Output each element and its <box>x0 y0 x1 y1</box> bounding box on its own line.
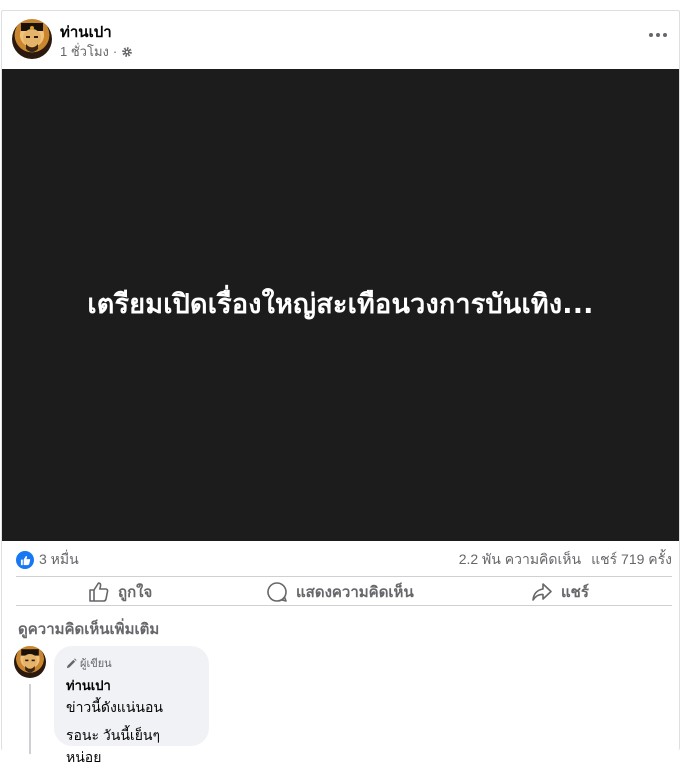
comment-label: แสดงความคิดเห็น <box>296 584 414 601</box>
engagement-counts: 2.2 พัน ความคิดเห็น แชร์ 719 ครั้ง <box>459 549 672 571</box>
author-badge: ผู้เขียน <box>66 654 197 672</box>
comment-text-line2: รอนะ วันนี้เย็นๆ หน่อย <box>66 727 160 765</box>
reaction-summary[interactable]: 3 หมื่น <box>16 549 79 571</box>
post-meta: 1 ชั่วโมง · <box>60 41 133 62</box>
more-dot-icon <box>656 33 660 37</box>
share-button[interactable]: แชร์ <box>531 580 589 604</box>
more-dot-icon <box>663 33 667 37</box>
reaction-count: 3 หมื่น <box>39 551 79 567</box>
like-label: ถูกใจ <box>118 584 153 601</box>
post-header: ท่านเปา 1 ชั่วโมง · <box>12 17 672 61</box>
commenter-name[interactable]: ท่านเปา <box>66 675 197 696</box>
share-label: แชร์ <box>561 584 589 601</box>
view-more-comments-link[interactable]: ดูความคิดเห็นเพิ่มเติม <box>18 617 159 641</box>
like-button[interactable]: ถูกใจ <box>88 580 152 604</box>
post-time[interactable]: 1 ชั่วโมง <box>60 41 109 62</box>
more-options-button[interactable] <box>644 25 672 45</box>
post-card: ท่านเปา 1 ชั่วโมง · เตรียมเปิดเรื่องใหญ่… <box>1 10 680 765</box>
pencil-icon <box>66 657 77 669</box>
comment-button[interactable]: แสดงความคิดเห็น <box>266 580 414 604</box>
post-media[interactable]: เตรียมเปิดเรื่องใหญ่สะเทือนวงการบันเทิง.… <box>2 69 679 541</box>
comment-bubble: ผู้เขียน ท่านเปา ข่าวนี้ดังแน่นอน รอนะ ว… <box>54 646 209 765</box>
comment-bubble-icon <box>266 581 288 603</box>
more-dot-icon <box>649 33 653 37</box>
meta-separator: · <box>112 44 118 59</box>
post-stats: 3 หมื่น 2.2 พัน ความคิดเห็น แชร์ 719 ครั… <box>16 549 672 569</box>
gear-icon[interactable] <box>121 46 133 58</box>
commenter-avatar[interactable] <box>14 646 46 678</box>
thread-line <box>29 684 31 754</box>
media-caption: เตรียมเปิดเรื่องใหญ่สะเทือนวงการบันเทิง.… <box>87 289 594 320</box>
action-bar: ถูกใจ แสดงความคิดเห็น แชร์ <box>16 576 672 606</box>
comment-count[interactable]: 2.2 พัน ความคิดเห็น <box>459 549 581 571</box>
share-arrow-icon <box>531 581 553 603</box>
author-avatar[interactable] <box>12 19 52 59</box>
share-count[interactable]: แชร์ 719 ครั้ง <box>591 549 672 571</box>
author-badge-label: ผู้เขียน <box>80 658 112 670</box>
like-reaction-icon <box>16 551 34 569</box>
comment-text-line1: ข่าวนี้ดังแน่นอน <box>66 699 163 715</box>
thumbs-up-icon <box>88 581 110 603</box>
